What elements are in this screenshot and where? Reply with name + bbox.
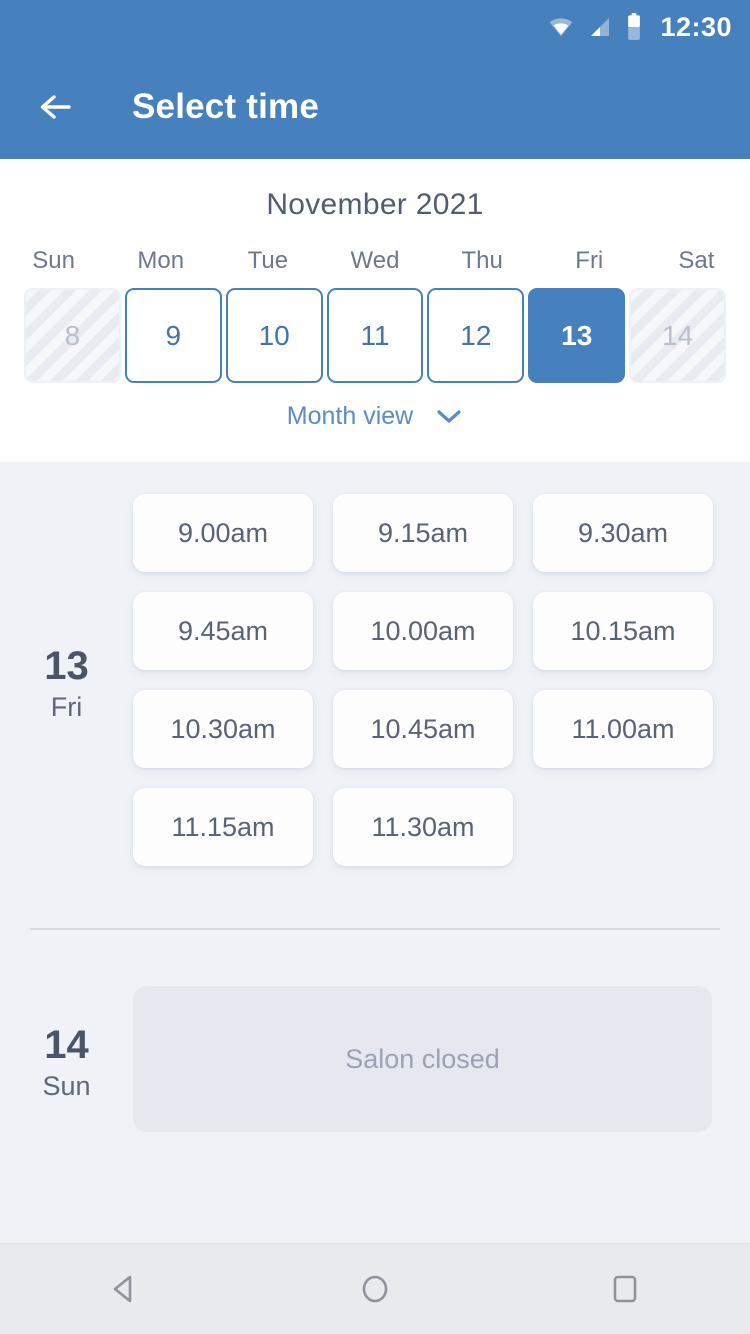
- calendar-day-number: 13: [561, 319, 593, 351]
- time-slot-area: 13 Fri 9.00am 9.15am 9.30am 9.45am 10.00am 10…: [0, 462, 750, 1243]
- weekday-label-mon: Mon: [137, 247, 185, 274]
- month-view-label: Month view: [286, 402, 414, 430]
- time-slot-button[interactable]: 10.15am: [533, 592, 713, 670]
- calendar-day-number: 12: [460, 319, 492, 351]
- time-slot-button[interactable]: 9.30am: [533, 494, 713, 572]
- calendar-day-11[interactable]: 11: [326, 288, 424, 383]
- slot-list: 9.00am 9.15am 9.30am 9.45am 10.00am 10.15am 10…: [133, 494, 720, 866]
- back-button[interactable]: [32, 81, 84, 133]
- calendar-day-9[interactable]: 9: [124, 288, 222, 383]
- weekday-label-thu: Thu: [461, 247, 503, 274]
- day-label-13: 13 Fri: [0, 494, 133, 866]
- time-slot-button[interactable]: 11.00am: [533, 690, 713, 768]
- page-title: Select time: [132, 86, 320, 126]
- calendar-day-number: 10: [258, 319, 290, 351]
- calendar-weekday-header: Sun Mon Tue Wed Thu Fri Sat: [0, 247, 750, 275]
- status-bar: 12:30: [0, 0, 750, 54]
- weekday-label-tue: Tue: [247, 247, 289, 274]
- calendar-day-number: 8: [64, 319, 81, 351]
- chevron-down-icon: [437, 409, 461, 423]
- time-slot-button[interactable]: 9.15am: [333, 494, 513, 572]
- phone-screen: 12:30 Select time November 2021 Sun Mon Tu…: [0, 0, 750, 1334]
- calendar-day-14: 14: [629, 288, 727, 383]
- weekday-label-fri: Fri: [575, 247, 604, 274]
- calendar-day-8: 8: [24, 288, 121, 383]
- calendar-day-13[interactable]: 13: [528, 288, 626, 383]
- wifi-icon: [548, 14, 574, 40]
- calendar-month-label: November 2021: [266, 188, 484, 221]
- nav-back-triangle-icon: [113, 1275, 132, 1303]
- time-slot-button[interactable]: 10.00am: [333, 592, 513, 670]
- status-bar-clock: 12:30: [660, 11, 732, 42]
- nav-back-button[interactable]: [80, 1244, 170, 1334]
- calendar-day-number: 14: [662, 319, 694, 351]
- time-slot-button[interactable]: 9.45am: [133, 592, 313, 670]
- nav-home-button[interactable]: [330, 1244, 420, 1334]
- day-label-number: 13: [44, 643, 89, 688]
- nav-recents-square-icon: [613, 1275, 637, 1303]
- day-label-weekday: Sun: [42, 1070, 91, 1101]
- app-bar: Select time: [0, 54, 750, 159]
- section-divider: [30, 928, 720, 930]
- cellular-signal-icon: [588, 15, 612, 39]
- salon-closed-panel: Salon closed: [133, 986, 712, 1132]
- calendar-day-12[interactable]: 12: [427, 288, 525, 383]
- day-label-14: 14 Sun: [0, 986, 133, 1132]
- month-view-toggle[interactable]: Month view: [287, 402, 463, 431]
- salon-closed-label: Salon closed: [345, 1043, 500, 1074]
- day-label-weekday: Fri: [50, 691, 83, 722]
- arrow-left-icon: [40, 94, 71, 119]
- time-slot-button[interactable]: 10.30am: [133, 690, 313, 768]
- time-slot-button[interactable]: 11.30am: [333, 788, 513, 866]
- nav-home-circle-icon: [362, 1275, 388, 1303]
- time-slot-button[interactable]: 9.00am: [133, 494, 313, 572]
- weekday-label-sat: Sat: [678, 247, 715, 274]
- battery-icon: [626, 13, 642, 41]
- calendar-day-10[interactable]: 10: [225, 288, 323, 383]
- nav-recents-button[interactable]: [580, 1244, 670, 1334]
- day-group-13: 13 Fri 9.00am 9.15am 9.30am 9.45am 10.00am 10…: [0, 494, 750, 866]
- day-label-number: 14: [44, 1022, 89, 1067]
- day-group-14: 14 Sun Salon closed: [0, 986, 750, 1132]
- weekday-label-wed: Wed: [350, 247, 400, 274]
- calendar-day-row: 8 9 10 11 12 13 14: [0, 288, 750, 383]
- calendar-day-number: 11: [360, 319, 390, 351]
- calendar-day-number: 9: [165, 319, 182, 351]
- time-slot-button[interactable]: 10.45am: [333, 690, 513, 768]
- android-nav-bar: [0, 1243, 750, 1334]
- calendar-strip: November 2021 Sun Mon Tue Wed Thu Fri Sat 8 9 10…: [0, 159, 750, 462]
- time-slot-button[interactable]: 11.15am: [133, 788, 313, 866]
- weekday-label-sun: Sun: [32, 247, 75, 274]
